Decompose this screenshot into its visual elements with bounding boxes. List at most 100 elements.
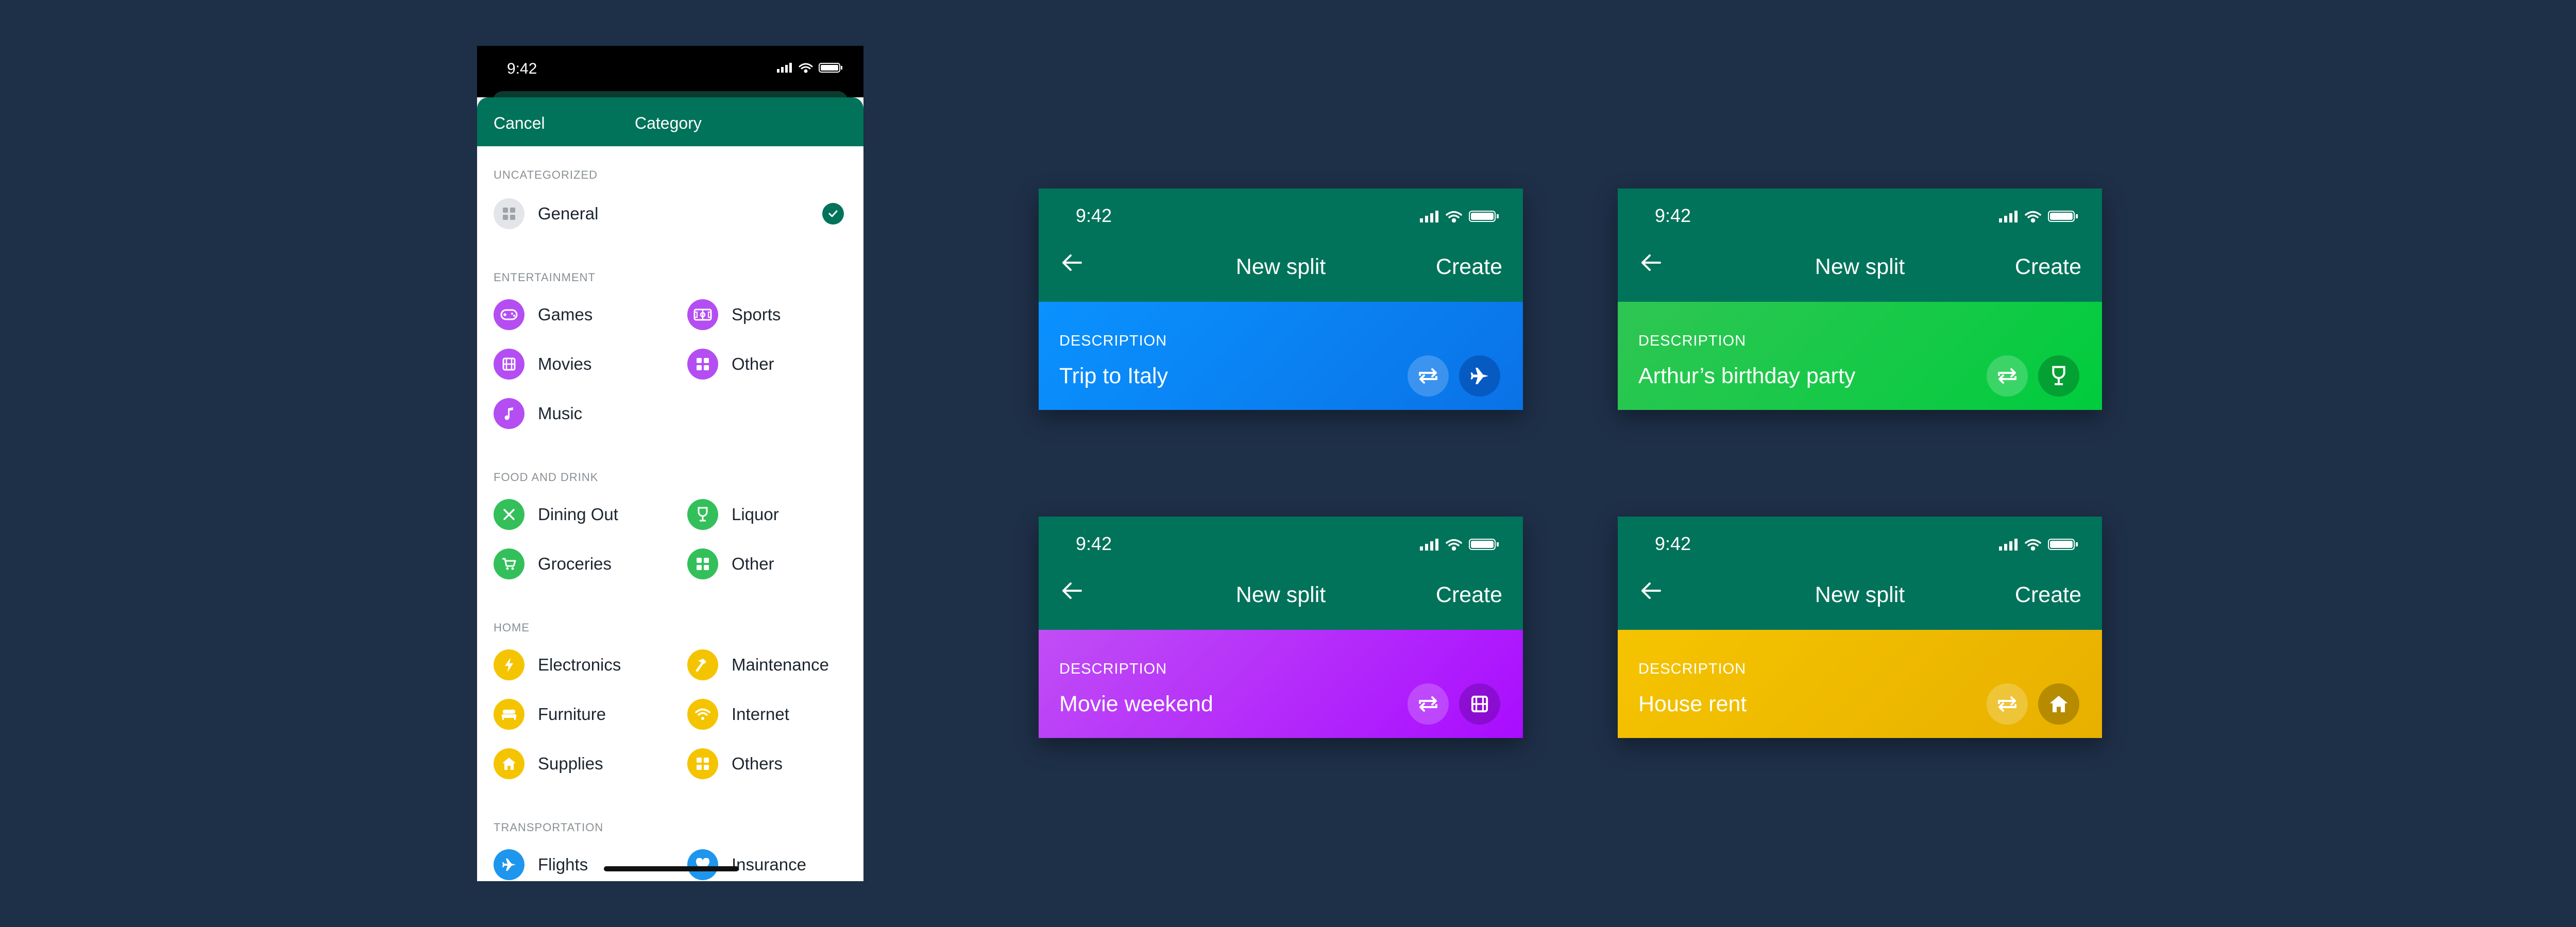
category-button[interactable] bbox=[1459, 355, 1500, 397]
description-panel[interactable]: DESCRIPTION House rent bbox=[1618, 630, 2102, 738]
grid-icon bbox=[687, 349, 718, 380]
category-item-groceries[interactable]: Groceries bbox=[494, 548, 612, 579]
category-item-internet[interactable]: Internet bbox=[687, 699, 789, 730]
category-label: Dining Out bbox=[538, 505, 618, 524]
section-header-home: HOME bbox=[494, 621, 530, 634]
repeat-button[interactable] bbox=[1408, 683, 1449, 725]
category-button[interactable] bbox=[2038, 355, 2079, 397]
category-item-other-entertainment[interactable]: Other bbox=[687, 349, 774, 380]
description-label: DESCRIPTION bbox=[1638, 333, 1747, 349]
wifi-icon bbox=[687, 699, 718, 730]
description-label: DESCRIPTION bbox=[1059, 661, 1167, 677]
category-item-furniture[interactable]: Furniture bbox=[494, 699, 606, 730]
create-button[interactable]: Create bbox=[2015, 582, 2081, 608]
category-item-music[interactable]: Music bbox=[494, 398, 582, 429]
category-item-liquor[interactable]: Liquor bbox=[687, 499, 779, 530]
create-button[interactable]: Create bbox=[1436, 582, 1502, 608]
description-label: DESCRIPTION bbox=[1059, 333, 1167, 349]
airplane-icon bbox=[1470, 368, 1489, 384]
utensils-icon bbox=[494, 499, 524, 530]
category-button[interactable] bbox=[2038, 683, 2079, 725]
section-header-transportation: TRANSPORTATION bbox=[494, 821, 604, 834]
category-label: Music bbox=[538, 404, 583, 423]
category-navbar: Cancel Category bbox=[477, 97, 863, 146]
split-header: 9:42 New split Create bbox=[1039, 188, 1523, 302]
description-input[interactable]: House rent bbox=[1638, 692, 1747, 717]
category-label: Liquor bbox=[732, 505, 779, 524]
new-split-card-movie: 9:42 New split Create DESCRIPTION Movie … bbox=[1039, 517, 1523, 738]
split-header: 9:42 New split Create bbox=[1618, 517, 2102, 630]
signal-icon bbox=[1999, 211, 2018, 222]
category-item-flights[interactable]: Flights bbox=[494, 849, 588, 880]
category-item-supplies[interactable]: Supplies bbox=[494, 748, 603, 779]
description-input[interactable]: Arthur’s birthday party bbox=[1638, 364, 1855, 389]
split-header: 9:42 New split Create bbox=[1618, 188, 2102, 302]
battery-icon bbox=[819, 63, 842, 73]
wifi-icon bbox=[2025, 539, 2041, 551]
wine-glass-icon bbox=[687, 499, 718, 530]
bed-icon bbox=[494, 699, 524, 730]
repeat-button[interactable] bbox=[1408, 355, 1449, 397]
create-button[interactable]: Create bbox=[1436, 254, 1502, 280]
repeat-icon bbox=[1419, 696, 1437, 712]
category-label: Insurance bbox=[732, 855, 806, 874]
film-icon bbox=[1471, 695, 1488, 713]
signal-icon bbox=[1420, 539, 1438, 551]
section-header-entertainment: ENTERTAINMENT bbox=[494, 271, 596, 284]
category-label: Others bbox=[732, 754, 783, 773]
description-input[interactable]: Trip to Italy bbox=[1059, 364, 1168, 389]
repeat-icon bbox=[1998, 368, 2016, 384]
repeat-button[interactable] bbox=[1987, 683, 2028, 725]
status-time: 9:42 bbox=[1076, 533, 1112, 554]
category-item-insurance[interactable]: Insurance bbox=[687, 849, 806, 880]
cancel-button[interactable]: Cancel bbox=[494, 114, 545, 133]
hammer-icon bbox=[687, 649, 718, 680]
signal-icon bbox=[1999, 539, 2018, 551]
battery-icon bbox=[2048, 211, 2078, 222]
category-item-maintenance[interactable]: Maintenance bbox=[687, 649, 829, 680]
description-label: DESCRIPTION bbox=[1638, 661, 1747, 677]
category-item-general[interactable]: General bbox=[494, 198, 598, 229]
category-label: Supplies bbox=[538, 754, 603, 773]
description-panel[interactable]: DESCRIPTION Trip to Italy bbox=[1039, 302, 1523, 410]
category-label: Internet bbox=[732, 705, 789, 724]
category-label: General bbox=[538, 204, 599, 223]
home-indicator[interactable] bbox=[604, 866, 739, 871]
grid-icon bbox=[494, 198, 524, 229]
music-note-icon bbox=[494, 398, 524, 429]
heart-icon bbox=[687, 849, 718, 880]
section-header-food-and-drink: FOOD AND DRINK bbox=[494, 471, 599, 484]
repeat-button[interactable] bbox=[1987, 355, 2028, 397]
status-icons bbox=[1999, 539, 2078, 551]
signal-icon bbox=[1420, 211, 1438, 222]
wifi-icon bbox=[1446, 211, 1462, 223]
battery-icon bbox=[1469, 211, 1499, 222]
repeat-icon bbox=[1998, 696, 2016, 712]
category-item-movies[interactable]: Movies bbox=[494, 349, 592, 380]
sports-field-icon bbox=[687, 299, 718, 330]
wifi-icon bbox=[2025, 211, 2041, 223]
wine-glass-icon bbox=[2052, 366, 2065, 385]
category-item-others-home[interactable]: Others bbox=[687, 748, 783, 779]
category-item-sports[interactable]: Sports bbox=[687, 299, 781, 330]
category-button[interactable] bbox=[1459, 683, 1500, 725]
status-icons bbox=[1420, 211, 1499, 223]
wifi-icon bbox=[799, 63, 813, 73]
airplane-icon bbox=[494, 849, 524, 880]
description-panel[interactable]: DESCRIPTION Movie weekend bbox=[1039, 630, 1523, 738]
status-icons bbox=[777, 63, 842, 73]
category-label: Electronics bbox=[538, 655, 621, 674]
description-panel[interactable]: DESCRIPTION Arthur’s birthday party bbox=[1618, 302, 2102, 410]
category-item-dining-out[interactable]: Dining Out bbox=[494, 499, 618, 530]
category-item-electronics[interactable]: Electronics bbox=[494, 649, 621, 680]
create-button[interactable]: Create bbox=[2015, 254, 2081, 280]
lightning-icon bbox=[494, 649, 524, 680]
category-item-games[interactable]: Games bbox=[494, 299, 592, 330]
category-item-other-food[interactable]: Other bbox=[687, 548, 774, 579]
battery-icon bbox=[2048, 539, 2078, 550]
category-label: Sports bbox=[732, 305, 781, 324]
house-icon bbox=[2049, 696, 2068, 712]
description-input[interactable]: Movie weekend bbox=[1059, 692, 1213, 717]
category-label: Maintenance bbox=[732, 655, 829, 674]
film-icon bbox=[494, 349, 524, 380]
